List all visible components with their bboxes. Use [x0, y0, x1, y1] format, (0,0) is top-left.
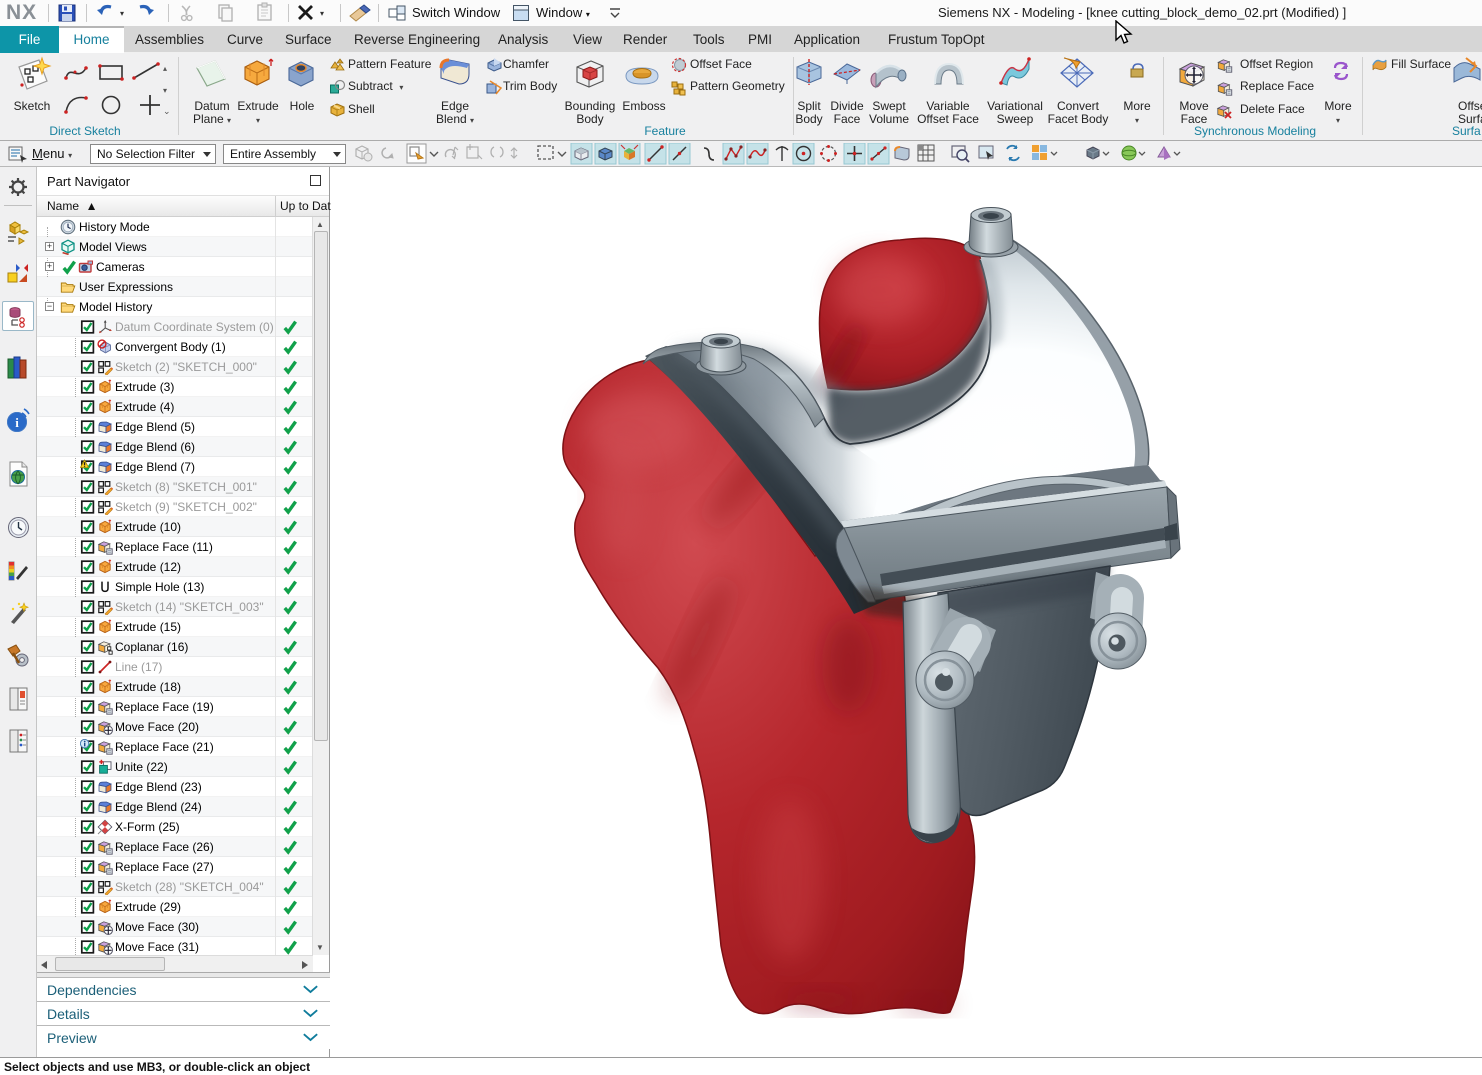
- svg-text:i: i: [15, 415, 19, 430]
